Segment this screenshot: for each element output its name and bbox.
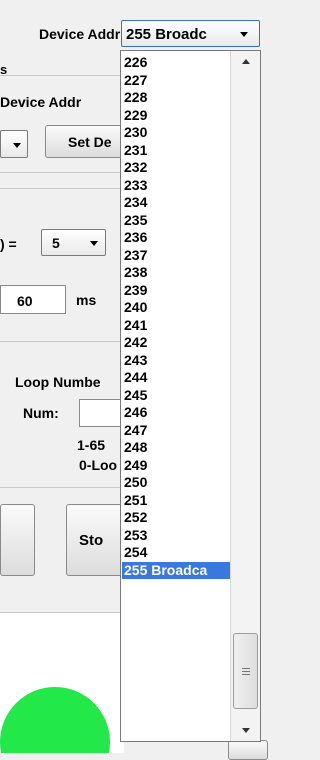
start-button[interactable] — [0, 504, 35, 576]
range-text-1: 1-65 — [77, 437, 106, 453]
dropdown-item[interactable]: 235 — [124, 212, 147, 229]
chevron-down-icon — [13, 143, 21, 148]
dropdown-item[interactable]: 239 — [124, 282, 147, 299]
chevron-down-icon — [240, 32, 248, 37]
dropdown-item[interactable]: 246 — [124, 404, 147, 421]
left-combo[interactable] — [0, 130, 28, 158]
scroll-down-icon[interactable] — [242, 728, 250, 733]
loop-number-label: Loop Numbe — [15, 374, 101, 390]
stop-button[interactable]: Sto — [66, 504, 126, 576]
loop-number-input[interactable] — [79, 399, 123, 427]
dropdown-scrollbar[interactable] — [230, 51, 260, 741]
set-device-button-label: Set De — [68, 134, 112, 150]
range-text-2: 0-Loo — [79, 457, 118, 473]
dropdown-item[interactable]: 250 — [124, 474, 147, 491]
chevron-down-icon — [90, 241, 98, 246]
grip-icon — [242, 671, 250, 672]
divider — [0, 341, 120, 342]
dropdown-item[interactable]: 236 — [124, 229, 147, 246]
grip-icon — [242, 668, 250, 669]
interval-input[interactable]: 60 — [0, 285, 66, 314]
dropdown-item[interactable]: 249 — [124, 457, 147, 474]
interval-input-value: 60 — [17, 293, 33, 309]
dropdown-item[interactable]: 226 — [124, 54, 147, 71]
device-addr-select[interactable]: 255 Broadc — [121, 20, 260, 47]
dropdown-item[interactable]: 242 — [124, 334, 147, 351]
eq-label: ) = — [0, 236, 17, 252]
eq-combo[interactable]: 5 — [41, 229, 106, 256]
device-addr-dropdown-list[interactable]: 226 227 228 229 230 231 232 233 234 235 236 237 238 2… — [120, 50, 261, 742]
dropdown-item[interactable]: 254 — [124, 544, 147, 561]
dropdown-item[interactable]: 245 — [124, 387, 147, 404]
dropdown-item[interactable]: 233 — [124, 177, 147, 194]
dropdown-item[interactable]: 229 — [124, 107, 147, 124]
dropdown-item[interactable]: 240 — [124, 299, 147, 316]
dropdown-item[interactable]: 247 — [124, 422, 147, 439]
dropdown-item[interactable]: 248 — [124, 439, 147, 456]
dropdown-item[interactable]: 244 — [124, 369, 147, 386]
dropdown-item[interactable]: 255 Broadca — [122, 561, 232, 579]
num-label: Num: — [23, 405, 59, 421]
device-addr-select-value: 255 Broadc — [126, 26, 207, 43]
divider — [0, 75, 120, 76]
set-device-button[interactable]: Set De — [45, 125, 125, 158]
eq-combo-value: 5 — [52, 235, 60, 251]
dropdown-item[interactable]: 227 — [124, 72, 147, 89]
dropdown-item[interactable]: 231 — [124, 142, 147, 159]
divider — [0, 188, 120, 189]
device-addr-button[interactable]: Device Addr — [0, 94, 81, 110]
device-addr-label: Device Addr — [39, 26, 121, 42]
grip-icon — [242, 674, 250, 675]
divider — [0, 172, 120, 173]
dropdown-item[interactable]: 230 — [124, 124, 147, 141]
divider — [0, 487, 120, 488]
scrollbar-thumb[interactable] — [233, 633, 258, 709]
dropdown-item[interactable]: 237 — [124, 247, 147, 264]
stop-button-label: Sto — [79, 532, 104, 549]
dropdown-item[interactable]: 234 — [124, 194, 147, 211]
dropdown-item[interactable]: 241 — [124, 317, 147, 334]
dropdown-item[interactable]: 253 — [124, 527, 147, 544]
dropdown-item[interactable]: 228 — [124, 89, 147, 106]
scroll-up-icon[interactable] — [242, 59, 250, 64]
dropdown-item[interactable]: 243 — [124, 352, 147, 369]
dropdown-item[interactable]: 252 — [124, 509, 147, 526]
dropdown-item[interactable]: 238 — [124, 264, 147, 281]
interval-unit: ms — [76, 292, 97, 308]
bottom-right-button[interactable] — [228, 740, 268, 760]
status-indicator-icon — [0, 687, 110, 753]
dropdown-item[interactable]: 232 — [124, 159, 147, 176]
dropdown-item[interactable]: 251 — [124, 492, 147, 509]
